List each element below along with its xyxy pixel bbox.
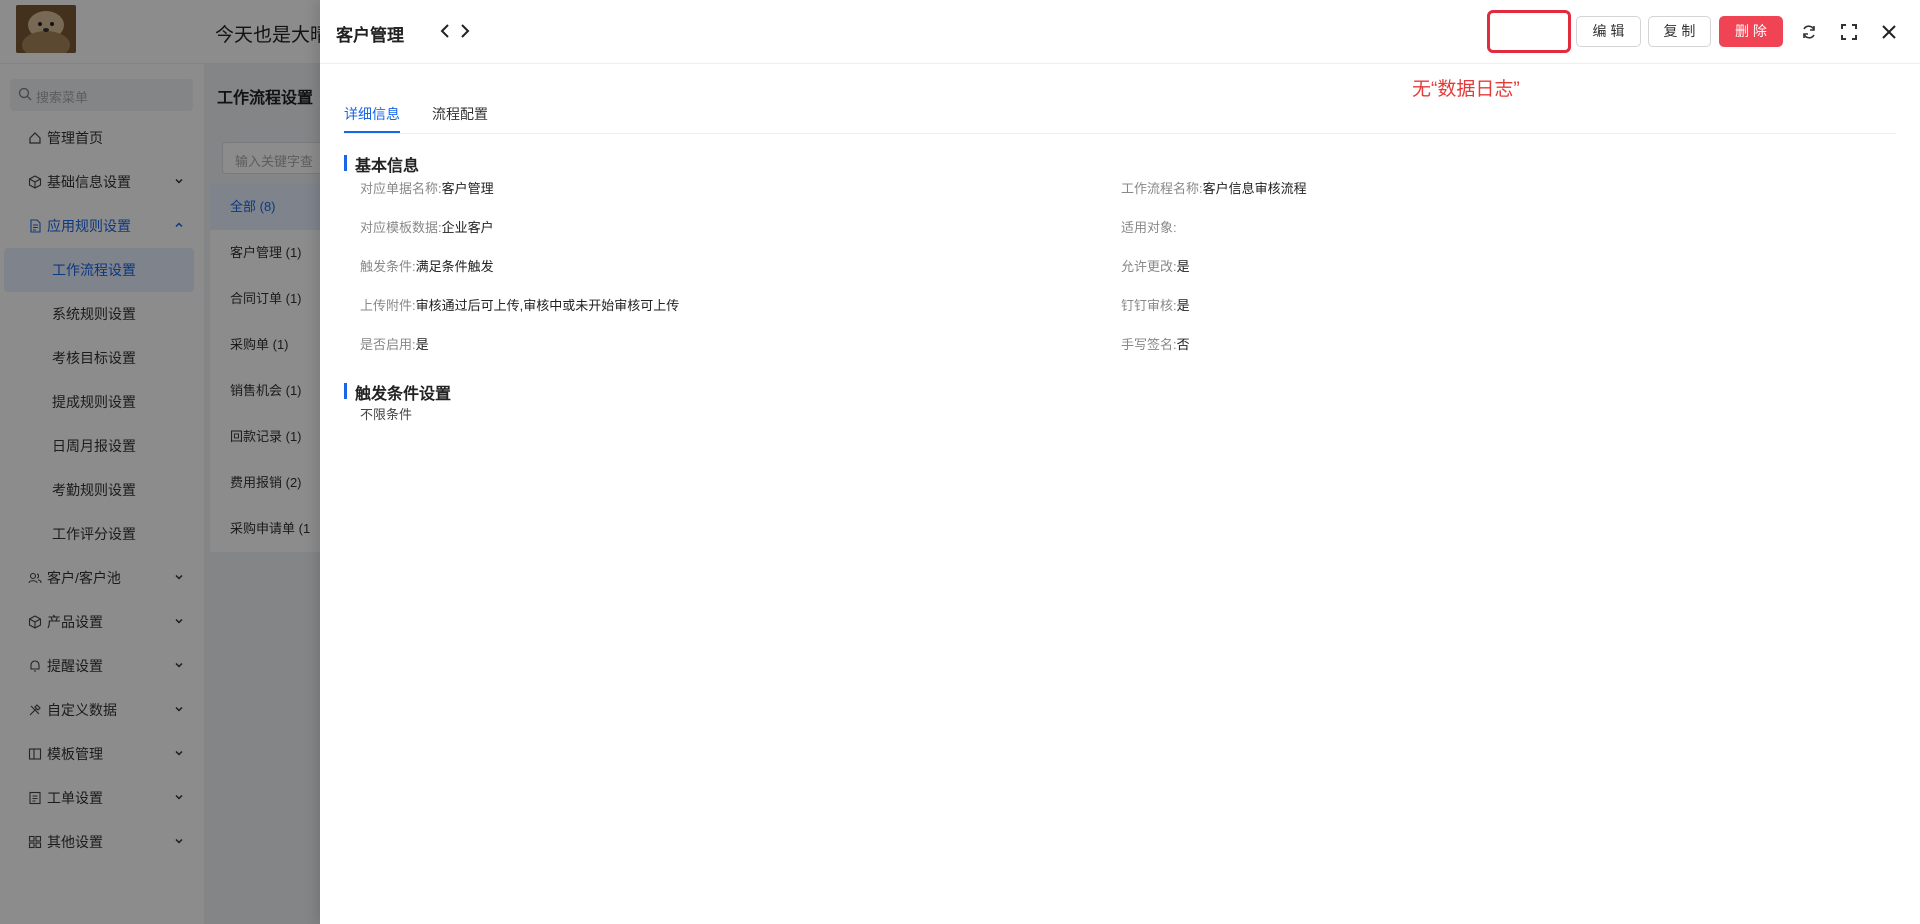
trigger-condition-value: 不限条件 [360,407,413,422]
drawer-header: 客户管理 编 辑 复 制 删 除 [320,0,1920,64]
field-label: 适用对象: [1121,220,1177,235]
edit-button[interactable]: 编 辑 [1576,16,1641,47]
field-label: 对应单据名称: [360,181,442,196]
fullscreen-icon[interactable] [1840,23,1858,41]
field-value: 是 [415,337,429,352]
field-label: 允许更改: [1121,259,1177,274]
section-basic-info: 基本信息 [344,152,419,176]
field-trigger: 触发条件:满足条件触发 [360,256,494,275]
field-value: 满足条件触发 [415,259,494,274]
field-allow-change: 允许更改:是 [1121,256,1190,275]
refresh-icon[interactable] [1800,23,1818,41]
detail-drawer: 客户管理 编 辑 复 制 删 除 无“数据日志” 详细信息 流程配置 基本信息 … [320,0,1920,924]
field-label: 上传附件: [360,298,416,313]
field-workflow-name: 工作流程名称:客户信息审核流程 [1121,178,1307,197]
field-signature: 手写签名:否 [1121,334,1190,353]
delete-button[interactable]: 删 除 [1719,16,1783,47]
field-value: 是 [1176,298,1190,313]
field-label: 手写签名: [1121,337,1177,352]
field-doc-name: 对应单据名称:客户管理 [360,178,494,197]
field-enabled: 是否启用:是 [360,334,429,353]
tab-details[interactable]: 详细信息 [344,104,400,124]
field-dingtalk: 钉钉审核:是 [1121,295,1190,314]
field-value: 否 [1176,337,1190,352]
close-icon[interactable] [1880,23,1898,41]
field-label: 工作流程名称: [1121,181,1203,196]
field-value: 客户管理 [441,181,494,196]
copy-button[interactable]: 复 制 [1648,16,1711,47]
section-trigger-settings: 触发条件设置 [344,380,451,404]
field-attachment: 上传附件:审核通过后可上传,审核中或未开始审核可上传 [360,295,679,314]
drawer-title: 客户管理 [336,26,404,45]
drawer-tabs: 详细信息 流程配置 [344,100,1896,134]
field-value: 是 [1176,259,1190,274]
annotation-highlight-box [1487,10,1571,53]
next-record-icon[interactable] [459,21,471,41]
field-applicable: 适用对象: [1121,217,1177,236]
tab-active-indicator [344,131,400,133]
field-label: 是否启用: [360,337,416,352]
field-value: 企业客户 [441,220,494,235]
field-value: 客户信息审核流程 [1202,181,1307,196]
field-label: 对应模板数据: [360,220,442,235]
field-value: 审核通过后可上传,审核中或未开始审核可上传 [415,298,680,313]
field-label: 钉钉审核: [1121,298,1177,313]
field-template-data: 对应模板数据:企业客户 [360,217,494,236]
field-label: 触发条件: [360,259,416,274]
prev-record-icon[interactable] [439,21,451,41]
annotation-note: 无“数据日志” [1412,79,1520,100]
record-nav [439,21,471,41]
tab-flow-config[interactable]: 流程配置 [432,104,488,124]
